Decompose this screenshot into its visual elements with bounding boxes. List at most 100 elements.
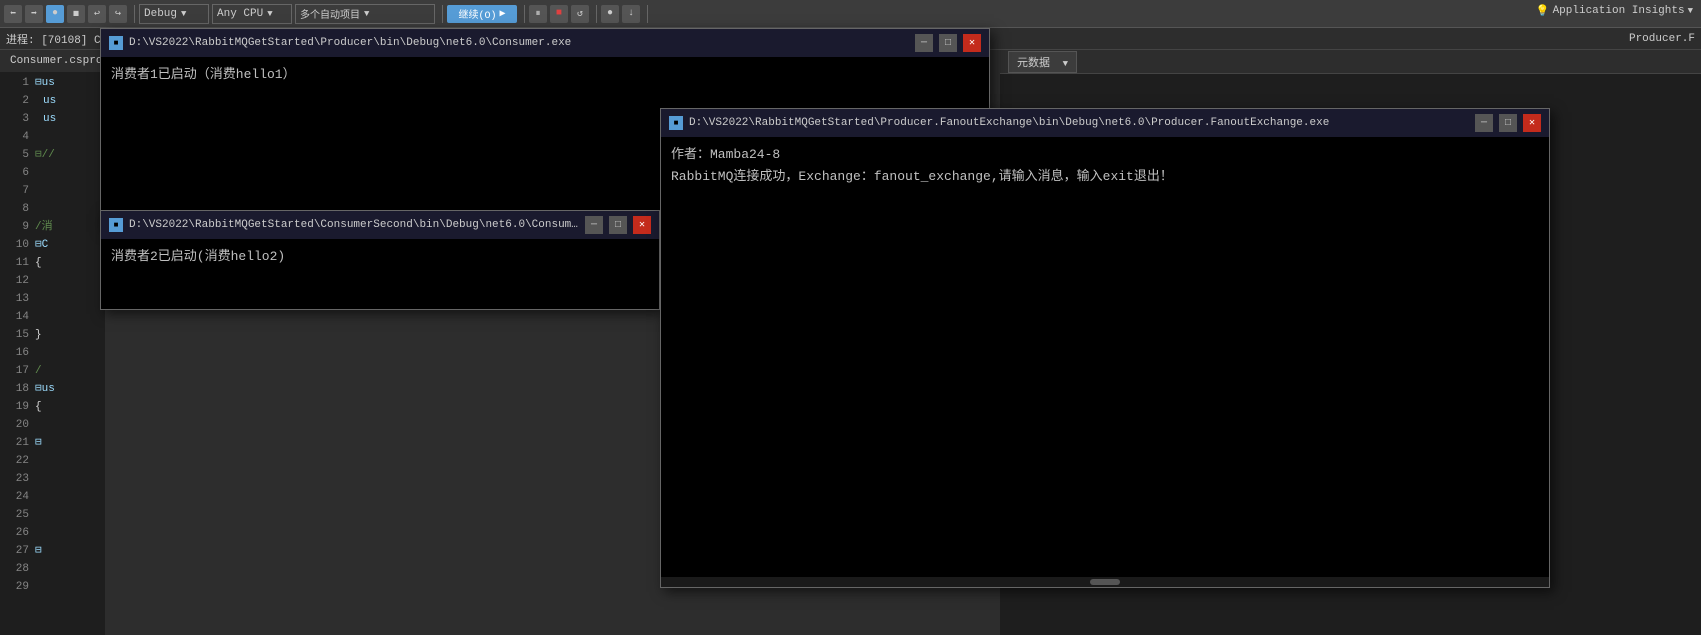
consumer2-controls[interactable]: ─ □ ✕ <box>585 216 651 234</box>
continue-icon: ▶ <box>499 8 505 20</box>
close-icon: ✕ <box>969 37 975 49</box>
toolbar-stop[interactable]: ■ <box>550 5 568 23</box>
line-num-15: 15 <box>0 326 29 344</box>
producer-title-text: D:\VS2022\RabbitMQGetStarted\Producer.Fa… <box>689 117 1469 129</box>
toolbar-icon-3[interactable]: ● <box>46 5 64 23</box>
code-l14 <box>35 308 105 326</box>
app-insights-button[interactable]: 💡 Application Insights ▼ <box>1536 4 1693 18</box>
continue-btn[interactable]: 继续(O) ▶ <box>447 5 517 23</box>
consumer2-maximize-btn[interactable]: □ <box>609 216 627 234</box>
producer-window-icon: ■ <box>669 116 683 130</box>
producer-maximize-btn[interactable]: □ <box>1499 114 1517 132</box>
toolbar-icon-1[interactable]: ⬅ <box>4 5 22 23</box>
line-num-22: 22 <box>0 452 29 470</box>
consumer-titlebar: ■ D:\VS2022\RabbitMQGetStarted\Producer\… <box>101 29 989 57</box>
toolbar-icon-2[interactable]: ➡ <box>25 5 43 23</box>
debug-dropdown[interactable]: Debug ▼ <box>139 4 209 24</box>
line-num-28: 28 <box>0 560 29 578</box>
code-l1: ⊟us <box>35 74 105 92</box>
producer-titlebar: ■ D:\VS2022\RabbitMQGetStarted\Producer.… <box>661 109 1549 137</box>
consumer-close-btn[interactable]: ✕ <box>963 34 981 52</box>
consumer-controls[interactable]: ─ □ ✕ <box>915 34 981 52</box>
sep-3 <box>524 5 525 23</box>
line-num-25: 25 <box>0 506 29 524</box>
producer-line2: RabbitMQ连接成功，Exchange：fanout_exchange,请输… <box>671 167 1539 187</box>
code-l28 <box>35 560 105 578</box>
code-l13 <box>35 290 105 308</box>
line-num-23: 23 <box>0 470 29 488</box>
producer-line1: 作者：Mamba24-8 <box>671 145 1539 165</box>
toolbar-icon-6[interactable]: ↪ <box>109 5 127 23</box>
line-num-10: 10 <box>0 236 29 254</box>
consumer-minimize-btn[interactable]: ─ <box>915 34 933 52</box>
app-insights-icon: 💡 <box>1536 4 1550 18</box>
consumer2-minimize-btn[interactable]: ─ <box>585 216 603 234</box>
toolbar-step[interactable]: ↓ <box>622 5 640 23</box>
consumer2-titlebar: ■ D:\VS2022\RabbitMQGetStarted\ConsumerS… <box>101 211 659 239</box>
line-num-14: 14 <box>0 308 29 326</box>
code-l3: us <box>35 110 105 128</box>
code-l29 <box>35 578 105 596</box>
consumer2-body: 消费者2已启动(消费hello2) <box>101 239 659 309</box>
code-l10: ⊟C <box>35 236 105 254</box>
sep-4 <box>596 5 597 23</box>
metadata-dropdown[interactable]: 元数据 ▼ <box>1008 51 1077 73</box>
line-num-5: 5 <box>0 146 29 164</box>
toolbar: ⬅ ➡ ● ◼ ↩ ↪ Debug ▼ Any CPU ▼ 多个自动项目 ▼ 继… <box>0 0 1701 28</box>
consumer-title-text: D:\VS2022\RabbitMQGetStarted\Producer\bi… <box>129 37 909 49</box>
project-dropdown-arrow: ▼ <box>364 9 369 19</box>
toolbar-icon-4[interactable]: ◼ <box>67 5 85 23</box>
line-num-9: 9 <box>0 218 29 236</box>
app-insights-arrow: ▼ <box>1688 6 1693 16</box>
code-l27: ⊟ <box>35 542 105 560</box>
producer-window[interactable]: ■ D:\VS2022\RabbitMQGetStarted\Producer.… <box>660 108 1550 588</box>
producer-controls[interactable]: ─ □ ✕ <box>1475 114 1541 132</box>
cpu-dropdown[interactable]: Any CPU ▼ <box>212 4 292 24</box>
consumer2-close-btn[interactable]: ✕ <box>633 216 651 234</box>
line-num-18: 18 <box>0 380 29 398</box>
line-num-16: 16 <box>0 344 29 362</box>
project-dropdown[interactable]: 多个自动项目 ▼ <box>295 4 435 24</box>
maximize-icon: □ <box>945 38 951 49</box>
line-num-29: 29 <box>0 578 29 596</box>
code-l21: ⊟ <box>35 434 105 452</box>
code-l2: us <box>35 92 105 110</box>
toolbar-pause[interactable]: ⏸ <box>529 5 547 23</box>
code-content[interactable]: ⊟us us us ⊟// /消 ⊟C { } / ⊟us { ⊟ ⊟ <box>35 72 105 596</box>
consumer2-window[interactable]: ■ D:\VS2022\RabbitMQGetStarted\ConsumerS… <box>100 210 660 310</box>
consumer-maximize-btn[interactable]: □ <box>939 34 957 52</box>
line-num-13: 13 <box>0 290 29 308</box>
code-l22 <box>35 452 105 470</box>
line-num-26: 26 <box>0 524 29 542</box>
consumer2-window-icon: ■ <box>109 218 123 232</box>
code-l20 <box>35 416 105 434</box>
code-editor: 1 2 3 4 5 6 7 8 9 10 11 12 13 14 15 16 1… <box>0 72 105 635</box>
code-l5: ⊟// <box>35 146 105 164</box>
toolbar-icon-5[interactable]: ↩ <box>88 5 106 23</box>
producer-close-btn[interactable]: ✕ <box>1523 114 1541 132</box>
producer-scrollbar[interactable] <box>661 577 1549 587</box>
line-num-17: 17 <box>0 362 29 380</box>
toolbar-restart[interactable]: ↺ <box>571 5 589 23</box>
code-l6 <box>35 164 105 182</box>
sep-1 <box>134 5 135 23</box>
toolbar-breakpoint[interactable]: ● <box>601 5 619 23</box>
line-num-2: 2 <box>0 92 29 110</box>
line-num-7: 7 <box>0 182 29 200</box>
metadata-arrow: ▼ <box>1063 59 1068 69</box>
line-num-24: 24 <box>0 488 29 506</box>
code-l4 <box>35 128 105 146</box>
producer-ref: Producer.F <box>1629 33 1695 45</box>
code-l11: { <box>35 254 105 272</box>
sep-5 <box>647 5 648 23</box>
code-l7 <box>35 182 105 200</box>
code-l18: ⊟us <box>35 380 105 398</box>
code-l19: { <box>35 398 105 416</box>
right-toolbar: 元数据 ▼ <box>1000 50 1701 74</box>
line-num-12: 12 <box>0 272 29 290</box>
line-num-8: 8 <box>0 200 29 218</box>
producer-body: 作者：Mamba24-8 RabbitMQ连接成功，Exchange：fanou… <box>661 137 1549 577</box>
code-l24 <box>35 488 105 506</box>
scrollbar-thumb[interactable] <box>1090 579 1120 585</box>
producer-minimize-btn[interactable]: ─ <box>1475 114 1493 132</box>
